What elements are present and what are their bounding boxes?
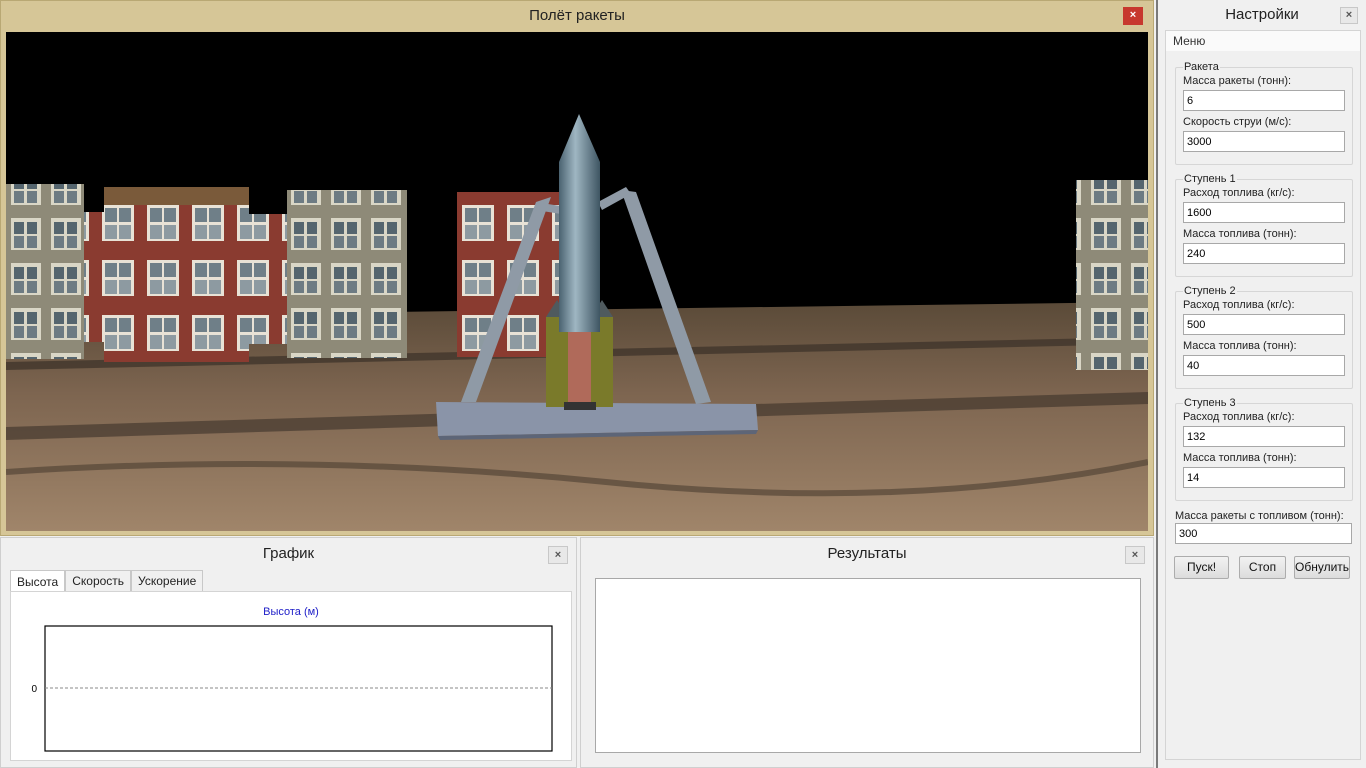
graph-tab-panel: Высота (м) 0 — [10, 591, 572, 761]
stage3-fuel-input[interactable] — [1183, 467, 1345, 488]
scene-viewport[interactable] — [6, 32, 1148, 531]
graph-window-title: График — [262, 545, 315, 562]
tab-speed[interactable]: Скорость — [65, 570, 132, 591]
results-window: Результаты × — [580, 537, 1154, 768]
reset-button[interactable]: Обнулить — [1294, 556, 1350, 579]
graph-tabs: Высота Скорость Ускорение — [10, 570, 204, 592]
total-mass-label: Масса ракеты с топливом (тонн): — [1175, 510, 1344, 522]
jet-speed-input[interactable] — [1183, 131, 1345, 152]
results-close-button[interactable]: × — [1125, 546, 1145, 564]
menu-item[interactable]: Меню — [1166, 31, 1360, 51]
stage1-fuel-label: Масса топлива (тонн): — [1183, 228, 1297, 240]
stage3-fuel-label: Масса топлива (тонн): — [1183, 452, 1297, 464]
flight-window-title: Полёт ракеты — [529, 7, 625, 24]
tab-height[interactable]: Высота — [10, 570, 66, 592]
graph-window: График × Высота Скорость Ускорение Высот… — [0, 537, 577, 768]
stage2-flow-input[interactable] — [1183, 314, 1345, 335]
stage1-group: Ступень 1 Расход топлива (кг/с): Масса т… — [1175, 173, 1353, 277]
rocket-mass-label: Масса ракеты (тонн): — [1183, 75, 1292, 87]
start-button[interactable]: Пуск! — [1174, 556, 1229, 579]
flight-window: Полёт ракеты × — [0, 0, 1154, 536]
stage2-group: Ступень 2 Расход топлива (кг/с): Масса т… — [1175, 285, 1353, 389]
y-tick-label: 0 — [31, 684, 37, 695]
results-textbox[interactable] — [595, 578, 1141, 753]
stage3-group: Ступень 3 Расход топлива (кг/с): Масса т… — [1175, 397, 1353, 501]
height-chart: 0 — [31, 625, 553, 752]
rocket-group-legend: Ракета — [1184, 61, 1219, 73]
stage3-flow-input[interactable] — [1183, 426, 1345, 447]
stage3-legend: Ступень 3 — [1184, 397, 1236, 409]
scene-3d-render — [6, 32, 1148, 531]
stage1-flow-label: Расход топлива (кг/с): — [1183, 187, 1295, 199]
stage1-flow-input[interactable] — [1183, 202, 1345, 223]
settings-window: Настройки × Меню Ракета Масса ракеты (то… — [1156, 0, 1366, 768]
stop-button[interactable]: Стоп — [1239, 556, 1286, 579]
graph-close-button[interactable]: × — [548, 546, 568, 564]
results-window-title: Результаты — [827, 545, 907, 562]
stage2-legend: Ступень 2 — [1184, 285, 1236, 297]
stage2-fuel-input[interactable] — [1183, 355, 1345, 376]
settings-window-title: Настройки — [1225, 6, 1299, 23]
flight-close-button[interactable]: × — [1123, 7, 1143, 25]
total-mass-input[interactable] — [1175, 523, 1352, 544]
settings-panel: Меню Ракета Масса ракеты (тонн): Скорост… — [1165, 30, 1361, 760]
tab-acceleration[interactable]: Ускорение — [131, 570, 204, 591]
stage2-fuel-label: Масса топлива (тонн): — [1183, 340, 1297, 352]
stage1-legend: Ступень 1 — [1184, 173, 1236, 185]
rocket-mass-input[interactable] — [1183, 90, 1345, 111]
rocket-group: Ракета Масса ракеты (тонн): Скорость стр… — [1175, 61, 1353, 165]
stage2-flow-label: Расход топлива (кг/с): — [1183, 299, 1295, 311]
settings-close-button[interactable]: × — [1340, 7, 1358, 24]
jet-speed-label: Скорость струи (м/с): — [1183, 116, 1292, 128]
stage1-fuel-input[interactable] — [1183, 243, 1345, 264]
stage3-flow-label: Расход топлива (кг/с): — [1183, 411, 1295, 423]
